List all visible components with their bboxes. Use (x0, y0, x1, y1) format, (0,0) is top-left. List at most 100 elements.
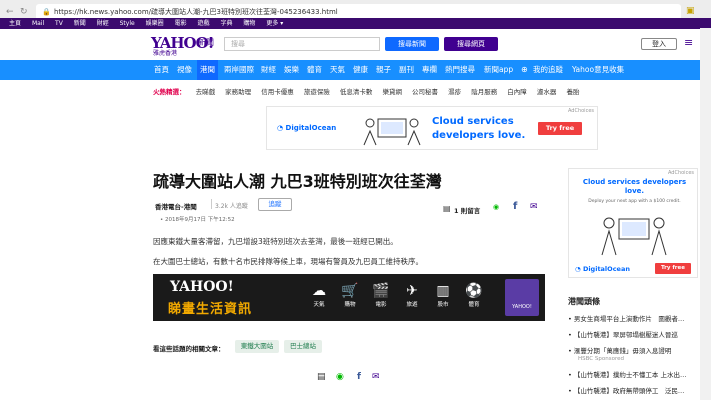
ad-headline-1: Cloud services (432, 116, 514, 127)
extension-icon[interactable]: ▣ (686, 6, 695, 16)
nav-local-news[interactable]: 港聞 (197, 60, 218, 80)
bookmark-home[interactable]: 主頁 (9, 18, 21, 29)
mail-share-icon[interactable]: ✉ (372, 372, 380, 382)
ad-brand: DigitalOcean (582, 265, 630, 273)
nav-weather[interactable]: 天氣 (330, 60, 345, 80)
main-nav: 首頁 視像 港聞 兩岸國際 財經 娛樂 體育 天氣 健康 親子 副刊 專欄 熱門… (0, 60, 711, 80)
adchoices-badge[interactable]: AdChoices (568, 108, 594, 114)
side-ad-headline: Cloud services developers love. (582, 178, 687, 195)
article-date: • 2018年9月17日 下午12:52 (160, 217, 235, 223)
bookmark-games[interactable]: 遊戲 (198, 18, 210, 29)
bookmark-mail[interactable]: Mail (32, 18, 44, 29)
scrollbar[interactable] (700, 28, 711, 400)
hot-picks-bar: 火熱精選： 去睇戲 家務助理 信用卡優惠 旅遊保險 低息清卡數 樂貸網 公司秘書… (153, 86, 587, 96)
related-tag[interactable]: 巴士總站 (284, 340, 322, 353)
nav-app[interactable]: 新聞app (484, 60, 513, 80)
line-share-icon[interactable]: ◉ (493, 203, 499, 211)
top-ad-banner[interactable]: AdChoices ◔ DigitalOcean Cloud services … (266, 106, 598, 150)
nav-video[interactable]: 視像 (177, 60, 192, 80)
article-paragraph-1: 因應東鐵大量客滯留，九巴增設3班特別班次去荃灣，最後一班經已開出。 (153, 237, 398, 246)
nav-entertainment[interactable]: 娛樂 (284, 60, 299, 80)
divider (211, 199, 212, 209)
bookmark-shopping[interactable]: 購物 (243, 18, 255, 29)
back-icon[interactable]: ← (6, 7, 14, 17)
movie-icon[interactable]: 🎬 電影 (367, 282, 395, 308)
bookmark-news[interactable]: 新聞 (74, 18, 86, 29)
shopping-icon[interactable]: 🛒 購物 (336, 282, 364, 308)
yahoo-top-bar: 主頁 Mail TV 新聞 財經 Style 娛樂圈 電影 遊戲 字典 購物 更… (0, 18, 711, 29)
nav-sports[interactable]: 體育 (307, 60, 322, 80)
bookmark-tv[interactable]: TV (55, 18, 63, 29)
side-headline[interactable]: • 【山竹襲港】撲約士不懂工本 上水出… (568, 369, 686, 379)
ad-headline-2: developers love. (432, 130, 526, 141)
nav-trending[interactable]: 熱門搜尋 (445, 60, 475, 80)
hot-item[interactable]: 濕疹 (448, 88, 461, 96)
stocks-icon[interactable]: ▥ 股市 (429, 282, 457, 308)
nav-health[interactable]: 健康 (353, 60, 368, 80)
bookmark-style[interactable]: Style (120, 18, 135, 29)
side-headline[interactable]: • 【山竹襲港】翠屏邨塌樹壓迷人晉巡 (568, 329, 678, 339)
nav-home[interactable]: 首頁 (154, 60, 169, 80)
travel-icon[interactable]: ✈ 旅遊 (398, 282, 426, 308)
banner-tagline: 睇畫生活資訊 (168, 302, 253, 317)
nav-finance[interactable]: 財經 (261, 60, 276, 80)
side-ad-cta[interactable]: Try free (655, 263, 691, 274)
nav-supplement[interactable]: 副刊 (399, 60, 414, 80)
side-headline[interactable]: • 滙豐分期「萬應錢」毋須入息證明 (568, 345, 671, 355)
hot-item[interactable]: 公司秘書 (412, 88, 438, 96)
side-headline[interactable]: • 男女生商場平台上演動作片 圍觀者… (568, 313, 684, 323)
hot-item[interactable]: 低息清卡數 (340, 88, 373, 96)
hot-item[interactable]: 樂貸網 (382, 88, 402, 96)
hot-item[interactable]: 濾水器 (537, 88, 557, 96)
bookmark-more[interactable]: 更多 ▾ (266, 18, 283, 29)
comment-icon[interactable]: ▤ (443, 204, 451, 213)
follow-button[interactable]: 追蹤 (258, 198, 292, 211)
login-button[interactable]: 登入 (641, 38, 677, 50)
menu-icon[interactable]: ≡ (684, 36, 693, 49)
reload-icon[interactable]: ↻ (20, 7, 28, 17)
sports-icon[interactable]: ⚽ 體育 (460, 282, 488, 308)
article-paragraph-2: 在大圍巴士總站，有數十名市民排隊等候上車，現場有警員及九巴員工維持秩序。 (153, 257, 423, 266)
hot-item[interactable]: 信用卡優惠 (261, 88, 294, 96)
banner-brand-badge: YAHOO! (505, 279, 539, 316)
nav-my-follow[interactable]: 我的追蹤 (533, 60, 563, 80)
follow-icon: ⊕ (521, 65, 528, 74)
hot-item[interactable]: 旅遊保險 (304, 88, 330, 96)
hot-item[interactable]: 去睇戲 (196, 88, 216, 96)
search-news-button[interactable]: 搜尋新聞 (385, 37, 439, 51)
section-label: 新聞 (198, 38, 214, 47)
hot-item[interactable]: 陰月服務 (471, 88, 497, 96)
hot-item[interactable]: 家務助理 (225, 88, 251, 96)
comment-icon[interactable]: ▤ (317, 372, 326, 382)
article-source[interactable]: 香港電台-港聞 (155, 201, 197, 211)
comment-count[interactable]: 1 則留言 (454, 205, 480, 215)
nav-columns[interactable]: 專欄 (422, 60, 437, 80)
hot-item[interactable]: 白內障 (507, 88, 527, 96)
mail-share-icon[interactable]: ✉ (530, 202, 538, 212)
weather-icon[interactable]: ☁ 天氣 (305, 282, 333, 308)
digitalocean-logo: ◔ DigitalOcean (277, 124, 337, 132)
search-web-button[interactable]: 搜尋網頁 (444, 37, 498, 51)
line-share-icon[interactable]: ◉ (336, 372, 344, 382)
facebook-share-icon[interactable]: f (357, 372, 361, 382)
article-title: 疏導大圍站人潮 九巴3班特別班次往荃灣 (153, 172, 442, 191)
bookmark-ent[interactable]: 娛樂圈 (146, 18, 164, 29)
nav-international[interactable]: 兩岸國際 (224, 60, 254, 80)
ad-cta-button[interactable]: Try free (538, 122, 582, 135)
follower-count: 3.2k 人追蹤 (215, 203, 248, 210)
facebook-share-icon[interactable]: f (513, 201, 517, 212)
url-text: https://hk.news.yahoo.com/疏導大圍站人潮-九巴3班特別… (54, 8, 338, 16)
hot-item[interactable]: 養胎 (566, 88, 579, 96)
search-input[interactable]: 搜尋 (224, 37, 380, 51)
side-headline[interactable]: • 【山竹襲港】政府無帶頭停工 泛民… (568, 385, 684, 395)
bookmark-dict[interactable]: 字典 (220, 18, 232, 29)
bookmark-finance[interactable]: 財經 (97, 18, 109, 29)
adchoices-badge[interactable]: AdChoices (668, 170, 694, 176)
nav-feedback[interactable]: Yahoo意見收集 (572, 60, 624, 80)
nav-parenting[interactable]: 親子 (376, 60, 391, 80)
related-tag[interactable]: 東鐵大圍站 (235, 340, 279, 353)
bookmark-movies[interactable]: 電影 (175, 18, 187, 29)
yahoo-life-banner[interactable]: YAHOO! 睇畫生活資訊 ☁ 天氣 🛒 購物 🎬 電影 ✈ 旅遊 ▥ 股市 ⚽ 體育 YA… (153, 274, 545, 321)
side-ad[interactable]: AdChoices Cloud services developers love… (568, 168, 698, 278)
ad-brand: DigitalOcean (285, 124, 337, 132)
